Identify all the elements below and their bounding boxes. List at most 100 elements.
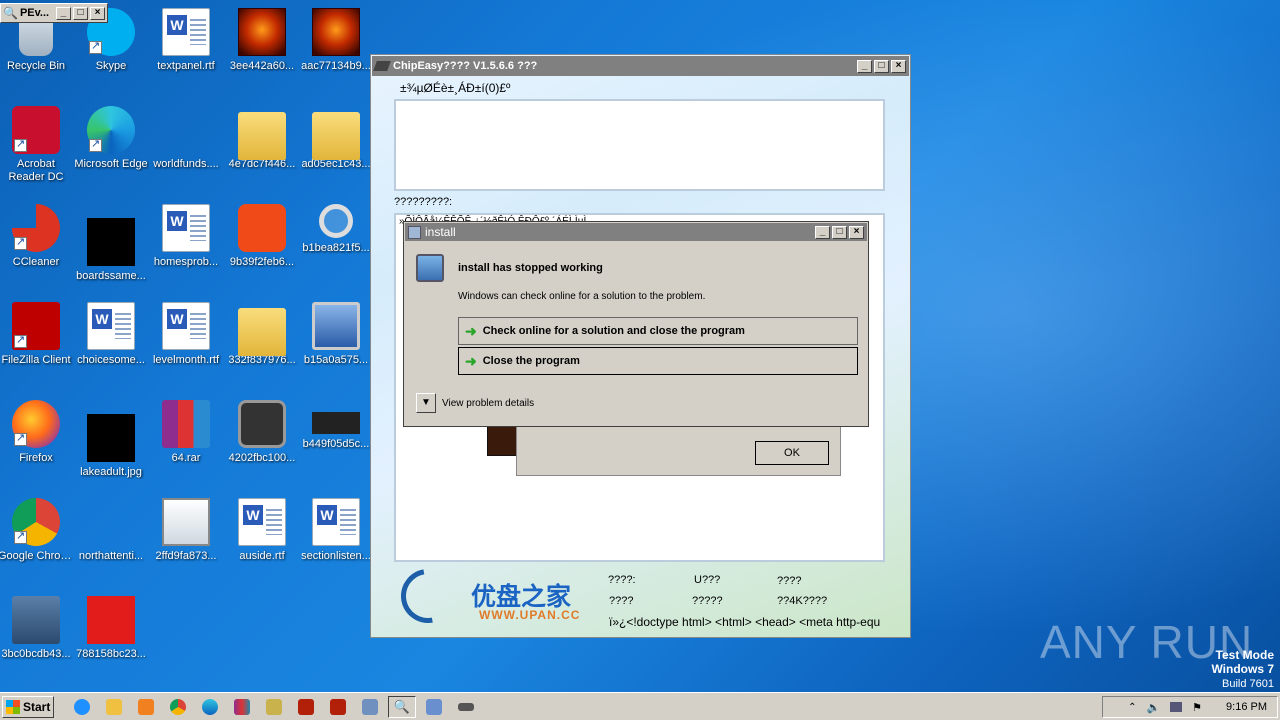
fire-horse-icon[interactable]: [324, 696, 352, 718]
crash-titlebar[interactable]: install _ □ ×: [405, 223, 867, 241]
adobe-icon: [87, 596, 135, 644]
desktop-icon[interactable]: sectionlisten...: [298, 498, 374, 563]
pev-title: PEv...: [19, 7, 50, 19]
shield-app-icon[interactable]: [420, 696, 448, 718]
desktop-icon-label: homesprob...: [153, 256, 219, 268]
minimize-button[interactable]: _: [815, 225, 830, 239]
close-program-button[interactable]: ➜ Close the program: [458, 347, 858, 375]
footer-marquee: ï»¿<!doctype html> <html> <head> <meta h…: [609, 615, 881, 629]
view-details-label[interactable]: View problem details: [442, 398, 534, 409]
desktop-icon[interactable]: Google Chrome: [0, 498, 74, 563]
pev-titlebar[interactable]: 🔍 PEv... _ □ ×: [1, 4, 107, 22]
desktop-icon[interactable]: 2ffd9fa873...: [148, 498, 224, 563]
shortcut-arrow-icon: [14, 431, 27, 446]
desktop-icon[interactable]: northattenti...: [73, 498, 149, 563]
close-button[interactable]: ×: [90, 6, 105, 20]
flag-icon[interactable]: ⚑: [1192, 701, 1202, 714]
start-button[interactable]: Start: [2, 695, 54, 718]
minimize-button[interactable]: _: [857, 59, 872, 73]
edge-icon[interactable]: [196, 696, 224, 718]
chrome-icon[interactable]: [164, 696, 192, 718]
check-online-label: Check online for a solution and close th…: [482, 325, 745, 337]
desktop-icon[interactable]: 4e7dc7f446...: [224, 106, 300, 171]
app-icon: [373, 61, 391, 71]
image-shield-icon: [162, 498, 210, 546]
desktop-icon[interactable]: auside.rtf: [224, 498, 300, 563]
desktop-icon[interactable]: FileZilla Client: [0, 302, 74, 367]
desktop-icon[interactable]: boardssame...: [73, 204, 149, 283]
device-list-label: ±¾µØÉè±¸ÁÐ±í(0)£º: [400, 81, 511, 95]
desktop-icon[interactable]: levelmonth.rtf: [148, 302, 224, 367]
sogou-icon: [238, 204, 286, 252]
fire-horse-icon[interactable]: [292, 696, 320, 718]
winrar-icon[interactable]: [228, 696, 256, 718]
desktop-icon[interactable]: b449f05d5c...: [298, 400, 374, 451]
desktop-icon[interactable]: b1bea821f5...: [298, 204, 374, 255]
minimize-button[interactable]: _: [56, 6, 71, 20]
desktop-icon[interactable]: 3ee442a60...: [224, 8, 300, 73]
chevron-up-icon[interactable]: ⌃: [1128, 702, 1136, 713]
desktop-icon[interactable]: homesprob...: [148, 204, 224, 269]
folder-icon: [238, 112, 286, 160]
desktop-icon-label: Skype: [95, 60, 127, 72]
ie-icon[interactable]: [68, 696, 96, 718]
desktop-icon-label: choicesome...: [77, 354, 145, 366]
ok-button[interactable]: OK: [755, 441, 829, 465]
explorer-icon[interactable]: [100, 696, 128, 718]
desktop-icon[interactable]: choicesome...: [73, 302, 149, 367]
desktop-icon[interactable]: 4202fbc100...: [224, 400, 300, 465]
footer-cell: ????: [609, 595, 634, 607]
desktop-icon[interactable]: worldfunds....: [148, 106, 224, 171]
magnifier-icon[interactable]: 🔍: [388, 695, 416, 718]
desktop-icon[interactable]: Firefox: [0, 400, 74, 465]
desktop-icon-label: 4202fbc100...: [228, 452, 296, 464]
desktop-icon-label: northattenti...: [78, 550, 144, 562]
check-online-button[interactable]: ➜ Check online for a solution and close …: [458, 317, 858, 345]
maximize-button[interactable]: □: [73, 6, 88, 20]
maximize-button[interactable]: □: [832, 225, 847, 239]
build-label: Build 7601: [1222, 678, 1274, 690]
checkmark-icon[interactable]: [356, 696, 384, 718]
close-button[interactable]: ×: [849, 225, 864, 239]
monitor-icon[interactable]: [260, 696, 288, 718]
close-button[interactable]: ×: [891, 59, 906, 73]
desktop-icon[interactable]: 788158bc23...: [73, 596, 149, 661]
device-list-box[interactable]: [394, 99, 885, 191]
desktop-icon-label: 3ee442a60...: [229, 60, 295, 72]
desktop-icon-label: levelmonth.rtf: [152, 354, 220, 366]
desktop-icon[interactable]: 9b39f2feb6...: [224, 204, 300, 269]
desktop-icon[interactable]: Microsoft Edge: [73, 106, 149, 171]
maximize-button[interactable]: □: [874, 59, 889, 73]
pev-window[interactable]: 🔍 PEv... _ □ ×: [0, 3, 108, 23]
chipeasy-titlebar[interactable]: ChipEasy???? V1.5.6.6 ??? _ □ ×: [372, 56, 909, 76]
shortcut-arrow-icon: [14, 235, 27, 250]
ok-dialog[interactable]: OK: [516, 424, 841, 476]
crash-heading: install has stopped working: [458, 262, 603, 274]
green-arrow-icon: ➜: [465, 322, 477, 339]
desktop-icon-label: Microsoft Edge: [74, 158, 148, 170]
desktop-icon[interactable]: 3bc0bcdb43...: [0, 596, 74, 661]
chevron-down-icon[interactable]: ▼: [416, 393, 436, 413]
desktop-icon[interactable]: 332f837976...: [224, 302, 300, 367]
chipeasy-taskbar-icon[interactable]: [452, 696, 480, 718]
desktop-icon[interactable]: ad05ec1c43...: [298, 106, 374, 171]
desktop-icon[interactable]: aac77134b9...: [298, 8, 374, 73]
desktop-icon[interactable]: Acrobat Reader DC: [0, 106, 74, 184]
desktop-icon-label: b1bea821f5...: [302, 242, 370, 254]
desktop-icon[interactable]: lakeadult.jpg: [73, 400, 149, 479]
chrome-icon: [12, 498, 60, 546]
clock[interactable]: 9:16 PM: [1226, 701, 1267, 713]
folder-icon: [238, 308, 286, 356]
desktop-icon[interactable]: textpanel.rtf: [148, 8, 224, 73]
media-player-icon[interactable]: [132, 696, 160, 718]
network-icon[interactable]: [1170, 702, 1183, 712]
ok-dialog-shadow: [487, 424, 517, 456]
desktop-icon[interactable]: b15a0a575...: [298, 302, 374, 367]
speaker-icon[interactable]: 🔈: [1146, 701, 1160, 714]
crash-dialog[interactable]: install _ □ × install has stopped workin…: [403, 221, 869, 427]
details-label: ?????????:: [394, 196, 453, 208]
desktop-icon[interactable]: CCleaner: [0, 204, 74, 269]
blank-file-icon: [162, 106, 210, 154]
desktop-icon[interactable]: 64.rar: [148, 400, 224, 465]
monitor-shield-icon: [312, 302, 360, 350]
